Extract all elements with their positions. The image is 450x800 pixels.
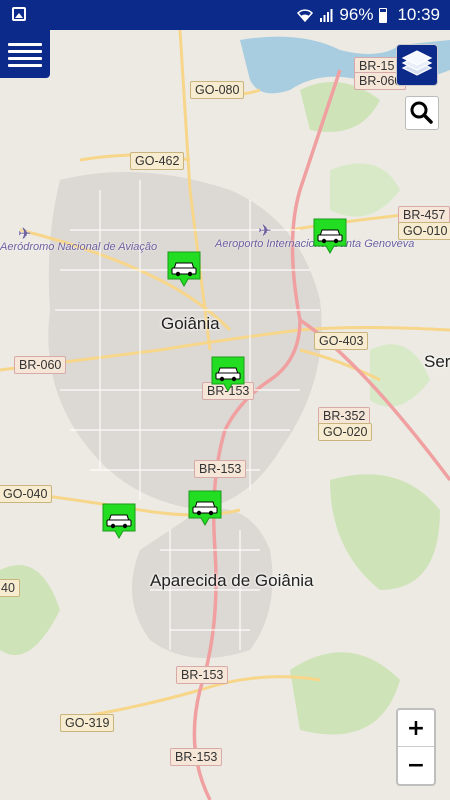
vehicle-marker[interactable] (313, 218, 347, 255)
road-label: BR-060 (14, 356, 67, 374)
hamburger-icon-bar (8, 57, 42, 60)
road-label: GO-080 (190, 81, 245, 99)
road-label: BR-153 (170, 748, 223, 766)
search-icon (410, 101, 433, 124)
airplane-icon: ✈ (258, 223, 272, 240)
battery-percent: 96% (339, 5, 374, 24)
road-label: GO-010 (398, 222, 450, 240)
image-notification-icon (12, 7, 26, 21)
car-icon (102, 503, 136, 540)
car-icon (211, 356, 245, 393)
road-label: BR-153 (194, 460, 247, 478)
airplane-icon: ✈ (18, 226, 32, 243)
road-label: GO-319 (60, 714, 115, 732)
hamburger-icon-bar (8, 50, 42, 53)
car-icon (167, 251, 201, 288)
city-label-aparecida: Aparecida de Goiânia (150, 570, 314, 592)
search-button[interactable] (405, 96, 439, 130)
city-label-aparecida-text: Aparecida de Goiânia (150, 571, 314, 590)
road-label: 40 (0, 579, 20, 597)
wifi-icon (297, 9, 314, 22)
car-icon (313, 218, 347, 255)
battery-icon (379, 7, 388, 23)
zoom-in-button[interactable]: + (398, 710, 434, 747)
city-label-goiania: Goiânia (161, 314, 220, 333)
airport-label-aerodromo: ✈ Aeródromo Nacional de Aviação (0, 226, 157, 254)
vehicle-marker[interactable] (167, 251, 201, 288)
clock: 10:39 (397, 5, 440, 24)
city-label-partial: Ser (424, 352, 450, 371)
vehicle-marker[interactable] (102, 503, 136, 540)
status-bar: 96% 10:39 (0, 0, 450, 30)
road-label: GO-403 (314, 332, 369, 350)
signal-icon (320, 9, 333, 22)
layers-icon (401, 50, 433, 76)
zoom-out-button[interactable]: − (398, 747, 434, 784)
menu-button[interactable] (0, 30, 50, 78)
status-indicators: 96% 10:39 (297, 4, 440, 26)
layers-button[interactable] (396, 44, 438, 86)
road-label: GO-040 (0, 485, 53, 503)
airport-label-santa-genoveva: ✈ Aeroporto Internacional Santa Genoveva (215, 223, 414, 251)
map-view[interactable]: Goiânia Aparecida de Goiânia Ser ✈ Aeród… (0, 30, 450, 800)
car-icon (188, 490, 222, 527)
vehicle-marker[interactable] (188, 490, 222, 527)
map-tiles (0, 30, 450, 800)
zoom-control: + − (396, 708, 436, 786)
airport-name-aerodromo: Aeródromo Nacional de Aviação (0, 241, 158, 253)
road-label: BR-153 (176, 666, 229, 684)
hamburger-icon-bar (8, 64, 42, 67)
road-label: GO-020 (318, 423, 373, 441)
hamburger-icon-bar (8, 43, 42, 46)
road-label: GO-462 (130, 152, 185, 170)
vehicle-marker[interactable] (211, 356, 245, 393)
